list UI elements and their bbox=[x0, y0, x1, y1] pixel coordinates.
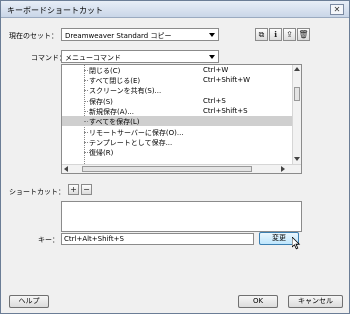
shortcut-label: ショートカット： bbox=[9, 188, 65, 196]
remove-shortcut-button[interactable]: − bbox=[81, 184, 92, 195]
title-bar: キーボードショートカット ✕ bbox=[1, 1, 349, 18]
mouse-cursor-icon bbox=[292, 237, 301, 250]
window-title: キーボードショートカット bbox=[7, 6, 103, 15]
list-item[interactable]: 保存(S) Ctrl+S bbox=[62, 96, 293, 106]
scroll-thumb[interactable] bbox=[294, 87, 300, 101]
current-set-value: Dreamweaver Standard コピー bbox=[65, 32, 172, 40]
command-list: 閉じる(C) Ctrl+W すべて閉じる(E) Ctrl+Shift+W スクリーン… bbox=[62, 65, 293, 164]
chevron-down-icon bbox=[209, 55, 215, 59]
list-item[interactable]: スクリーンを共有(S)... bbox=[62, 85, 293, 95]
duplicate-set-icon[interactable]: ⧉ bbox=[255, 28, 268, 41]
chevron-down-icon bbox=[209, 33, 215, 37]
info-icon[interactable]: ℹ bbox=[269, 28, 282, 41]
scroll-right-icon[interactable] bbox=[281, 166, 285, 172]
list-item[interactable]: テンプレートとして保存... bbox=[62, 137, 293, 147]
command-tree[interactable]: 閉じる(C) Ctrl+W すべて閉じる(E) Ctrl+Shift+W スクリーン… bbox=[61, 64, 302, 174]
scroll-up-icon[interactable] bbox=[294, 67, 300, 71]
list-item[interactable]: 閉じる(C) Ctrl+W bbox=[62, 65, 293, 75]
scroll-thumb[interactable] bbox=[82, 166, 252, 172]
list-item[interactable]: すべて閉じる(E) Ctrl+Shift+W bbox=[62, 75, 293, 85]
scroll-down-icon[interactable] bbox=[294, 157, 300, 161]
vertical-scrollbar[interactable] bbox=[292, 65, 301, 164]
list-item[interactable]: リモートサーバーに保存(O)... bbox=[62, 127, 293, 137]
key-input[interactable]: Ctrl+Alt+Shift+S bbox=[61, 233, 254, 245]
ok-button[interactable]: OK bbox=[238, 295, 278, 308]
add-shortcut-button[interactable]: + bbox=[68, 184, 79, 195]
list-item[interactable]: 新規保存(A)... Ctrl+Shift+S bbox=[62, 106, 293, 116]
help-button[interactable]: ヘルプ bbox=[9, 295, 49, 308]
key-label: キー： bbox=[38, 236, 59, 244]
delete-set-icon[interactable]: 🗑 bbox=[297, 28, 310, 41]
shortcut-list[interactable] bbox=[61, 201, 302, 232]
current-set-label: 現在のセット： bbox=[9, 32, 58, 40]
export-icon[interactable]: ⇪ bbox=[283, 28, 296, 41]
close-icon[interactable]: ✕ bbox=[330, 4, 344, 15]
cancel-button[interactable]: キャンセル bbox=[288, 295, 343, 308]
list-item-selected[interactable]: すべてを保存(L) bbox=[62, 116, 293, 126]
list-item[interactable]: 復帰(R) bbox=[62, 147, 293, 157]
scroll-left-icon[interactable] bbox=[64, 166, 68, 172]
current-set-select[interactable]: Dreamweaver Standard コピー bbox=[61, 28, 219, 41]
keyboard-shortcuts-dialog: キーボードショートカット ✕ 現在のセット： Dreamweaver Stand… bbox=[0, 0, 350, 314]
command-value: メニューコマンド bbox=[65, 54, 121, 62]
horizontal-scrollbar[interactable] bbox=[62, 164, 301, 173]
command-select[interactable]: メニューコマンド bbox=[61, 50, 219, 63]
key-value: Ctrl+Alt+Shift+S bbox=[64, 235, 124, 243]
